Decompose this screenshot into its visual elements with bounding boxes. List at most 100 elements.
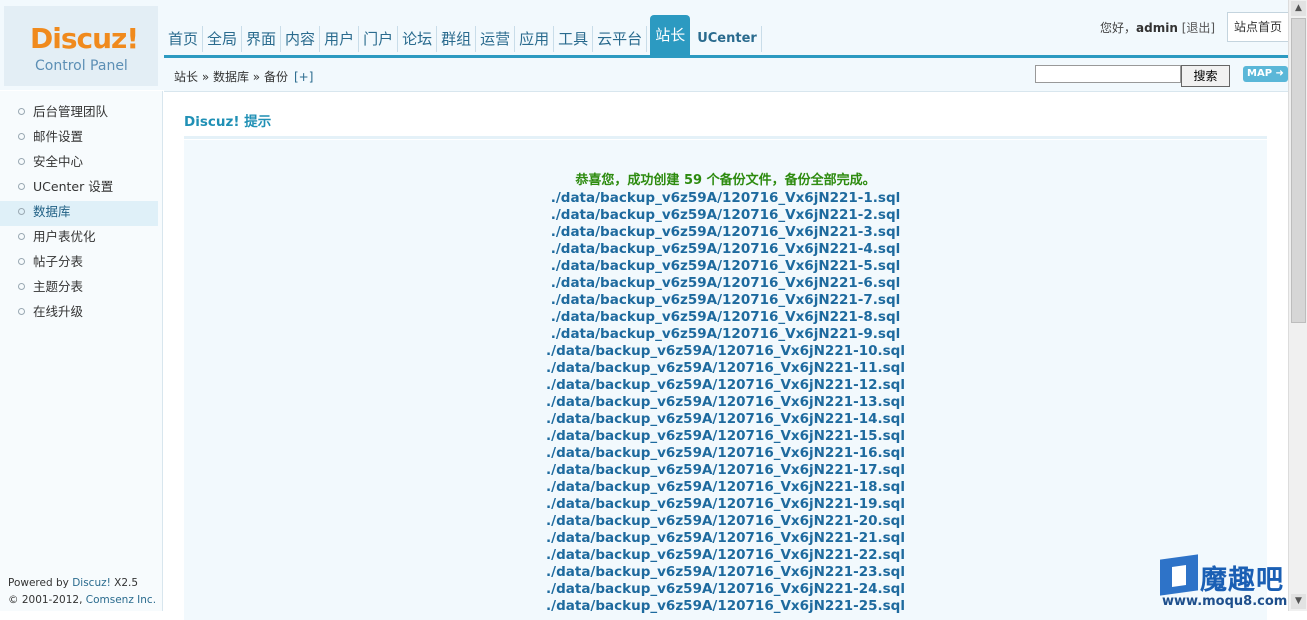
backup-file-link[interactable]: ./data/backup_v6z59A/120716_Vx6jN221-5.s…	[184, 258, 1267, 275]
search-input[interactable]	[1035, 65, 1181, 83]
backup-file-link[interactable]: ./data/backup_v6z59A/120716_Vx6jN221-16.…	[184, 445, 1267, 462]
nav-item-portal[interactable]: 门户	[359, 26, 399, 52]
site-home-button[interactable]: 站点首页	[1227, 12, 1289, 42]
nav-item-content[interactable]: 内容	[281, 26, 321, 52]
nav-item-home[interactable]: 首页	[164, 26, 204, 52]
nav-item-ucenter[interactable]: UCenter	[693, 26, 762, 52]
sidebar-item-label: 数据库	[33, 204, 71, 219]
powered-prefix: Powered by	[8, 577, 73, 589]
sidebar-footer: Powered by Discuz! X2.5 © 2001-2012, Com…	[8, 575, 156, 609]
nav-item-group[interactable]: 群组	[437, 26, 477, 52]
sidebar-item-member-optimize[interactable]: 用户表优化	[0, 226, 158, 251]
logo[interactable]: Discuz! Control Panel	[4, 6, 158, 86]
watermark: 魔趣吧 www.moqu8.com	[1158, 554, 1288, 611]
sidebar-item-thread-split[interactable]: 主题分表	[0, 276, 158, 301]
backup-file-link[interactable]: ./data/backup_v6z59A/120716_Vx6jN221-19.…	[184, 496, 1267, 513]
search-button[interactable]: 搜索	[1181, 65, 1230, 87]
logo-subtitle: Control Panel	[35, 58, 128, 74]
sidebar-item-label: 邮件设置	[33, 129, 84, 144]
top-nav: 首页 全局 界面 内容 用户 门户 论坛 群组 运营 应用 工具 云平台 站长 …	[164, 15, 762, 55]
backup-file-link[interactable]: ./data/backup_v6z59A/120716_Vx6jN221-21.…	[184, 530, 1267, 547]
backup-file-link[interactable]: ./data/backup_v6z59A/120716_Vx6jN221-22.…	[184, 547, 1267, 564]
sidebar-item-post-split[interactable]: 帖子分表	[0, 251, 158, 276]
backup-file-link[interactable]: ./data/backup_v6z59A/120716_Vx6jN221-24.…	[184, 581, 1267, 598]
breadcrumb-bar: 站长 » 数据库 » 备份 [+] 搜索 MAP ➜	[164, 58, 1304, 92]
backup-file-link[interactable]: ./data/backup_v6z59A/120716_Vx6jN221-8.s…	[184, 309, 1267, 326]
sidebar-item-label: 用户表优化	[33, 229, 96, 244]
sidebar-item-database[interactable]: 数据库	[0, 201, 158, 226]
nav-item-cloud[interactable]: 云平台	[593, 26, 648, 52]
backup-file-link[interactable]: ./data/backup_v6z59A/120716_Vx6jN221-23.…	[184, 564, 1267, 581]
bullet-icon	[18, 233, 25, 240]
backup-file-link[interactable]: ./data/backup_v6z59A/120716_Vx6jN221-18.…	[184, 479, 1267, 496]
backup-file-link[interactable]: ./data/backup_v6z59A/120716_Vx6jN221-15.…	[184, 428, 1267, 445]
map-button[interactable]: MAP ➜	[1243, 66, 1288, 82]
backup-file-link[interactable]: ./data/backup_v6z59A/120716_Vx6jN221-20.…	[184, 513, 1267, 530]
bullet-icon	[18, 283, 25, 290]
watermark-cube-highlight	[1172, 565, 1186, 587]
backup-file-link[interactable]: ./data/backup_v6z59A/120716_Vx6jN221-11.…	[184, 360, 1267, 377]
backup-file-link[interactable]: ./data/backup_v6z59A/120716_Vx6jN221-3.s…	[184, 224, 1267, 241]
bullet-icon	[18, 208, 25, 215]
sidebar-item-label: 主题分表	[33, 279, 84, 294]
bullet-icon	[18, 158, 25, 165]
backup-file-link[interactable]: ./data/backup_v6z59A/120716_Vx6jN221-2.s…	[184, 207, 1267, 224]
greeting: 您好，	[1100, 21, 1137, 35]
nav-item-app[interactable]: 应用	[515, 26, 555, 52]
backup-file-link[interactable]: ./data/backup_v6z59A/120716_Vx6jN221-12.…	[184, 377, 1267, 394]
add-shortcut-link[interactable]: [+]	[294, 70, 313, 84]
backup-file-link[interactable]: ./data/backup_v6z59A/120716_Vx6jN221-6.s…	[184, 275, 1267, 292]
page-scrollbar[interactable]: ▲ ▼	[1288, 0, 1307, 611]
logo-brand: Discuz!	[30, 22, 139, 55]
notice-box: 恭喜您，成功创建 59 个备份文件，备份全部完成。 ./data/backup_…	[184, 140, 1267, 620]
backup-file-link[interactable]: ./data/backup_v6z59A/120716_Vx6jN221-14.…	[184, 411, 1267, 428]
main-content: Discuz! 提示 恭喜您，成功创建 59 个备份文件，备份全部完成。 ./d…	[164, 92, 1287, 620]
sidebar-item-mail[interactable]: 邮件设置	[0, 126, 158, 151]
nav-item-style[interactable]: 界面	[242, 26, 282, 52]
scroll-thumb[interactable]	[1291, 18, 1306, 323]
nav-item-forum[interactable]: 论坛	[398, 26, 438, 52]
sidebar-item-admin-team[interactable]: 后台管理团队	[0, 101, 158, 126]
nav-item-tools[interactable]: 工具	[554, 26, 594, 52]
scroll-up-icon[interactable]: ▲	[1291, 1, 1306, 16]
bullet-icon	[18, 108, 25, 115]
breadcrumb: 站长 » 数据库 » 备份 [+]	[174, 68, 313, 85]
notice-divider	[184, 136, 1267, 139]
backup-file-link[interactable]: ./data/backup_v6z59A/120716_Vx6jN221-1.s…	[184, 190, 1267, 207]
backup-file-link[interactable]: ./data/backup_v6z59A/120716_Vx6jN221-25.…	[184, 598, 1267, 615]
scroll-down-icon[interactable]: ▼	[1291, 594, 1306, 609]
sidebar-item-ucenter[interactable]: UCenter 设置	[0, 176, 158, 201]
bullet-icon	[18, 133, 25, 140]
bullet-icon	[18, 258, 25, 265]
sidebar-item-label: 后台管理团队	[33, 104, 109, 119]
sidebar-item-security[interactable]: 安全中心	[0, 151, 158, 176]
notice-title: Discuz! 提示	[184, 114, 272, 130]
comsenz-link[interactable]: Comsenz Inc.	[86, 594, 156, 606]
watermark-url: www.moqu8.com	[1162, 594, 1288, 609]
backup-file-list: ./data/backup_v6z59A/120716_Vx6jN221-1.s…	[184, 190, 1267, 615]
backup-file-link[interactable]: ./data/backup_v6z59A/120716_Vx6jN221-7.s…	[184, 292, 1267, 309]
backup-file-link[interactable]: ./data/backup_v6z59A/120716_Vx6jN221-10.…	[184, 343, 1267, 360]
nav-item-operation[interactable]: 运营	[476, 26, 516, 52]
discuz-link[interactable]: Discuz!	[72, 577, 111, 589]
sidebar-item-label: UCenter 设置	[33, 179, 114, 194]
nav-item-admin[interactable]: 站长	[650, 15, 691, 55]
nav-item-user[interactable]: 用户	[320, 26, 360, 52]
sidebar-item-label: 帖子分表	[33, 254, 84, 269]
bullet-icon	[18, 308, 25, 315]
nav-item-global[interactable]: 全局	[203, 26, 243, 52]
breadcrumb-text: 站长 » 数据库 » 备份	[174, 70, 288, 84]
backup-file-link[interactable]: ./data/backup_v6z59A/120716_Vx6jN221-17.…	[184, 462, 1267, 479]
bullet-icon	[18, 183, 25, 190]
backup-file-link[interactable]: ./data/backup_v6z59A/120716_Vx6jN221-9.s…	[184, 326, 1267, 343]
sidebar-item-upgrade[interactable]: 在线升级	[0, 301, 158, 326]
sidebar-item-label: 安全中心	[33, 154, 84, 169]
backup-file-link[interactable]: ./data/backup_v6z59A/120716_Vx6jN221-13.…	[184, 394, 1267, 411]
sidebar-menu: 后台管理团队 邮件设置 安全中心 UCenter 设置 数据库 用户表优化 帖子…	[0, 101, 158, 326]
backup-file-link[interactable]: ./data/backup_v6z59A/120716_Vx6jN221-4.s…	[184, 241, 1267, 258]
username: admin	[1136, 21, 1178, 35]
sidebar: 后台管理团队 邮件设置 安全中心 UCenter 设置 数据库 用户表优化 帖子…	[0, 91, 163, 611]
copyright: © 2001-2012, Comsenz Inc.	[8, 592, 156, 609]
success-message: 恭喜您，成功创建 59 个备份文件，备份全部完成。	[575, 173, 876, 188]
logout-link[interactable]: [退出]	[1182, 21, 1215, 35]
